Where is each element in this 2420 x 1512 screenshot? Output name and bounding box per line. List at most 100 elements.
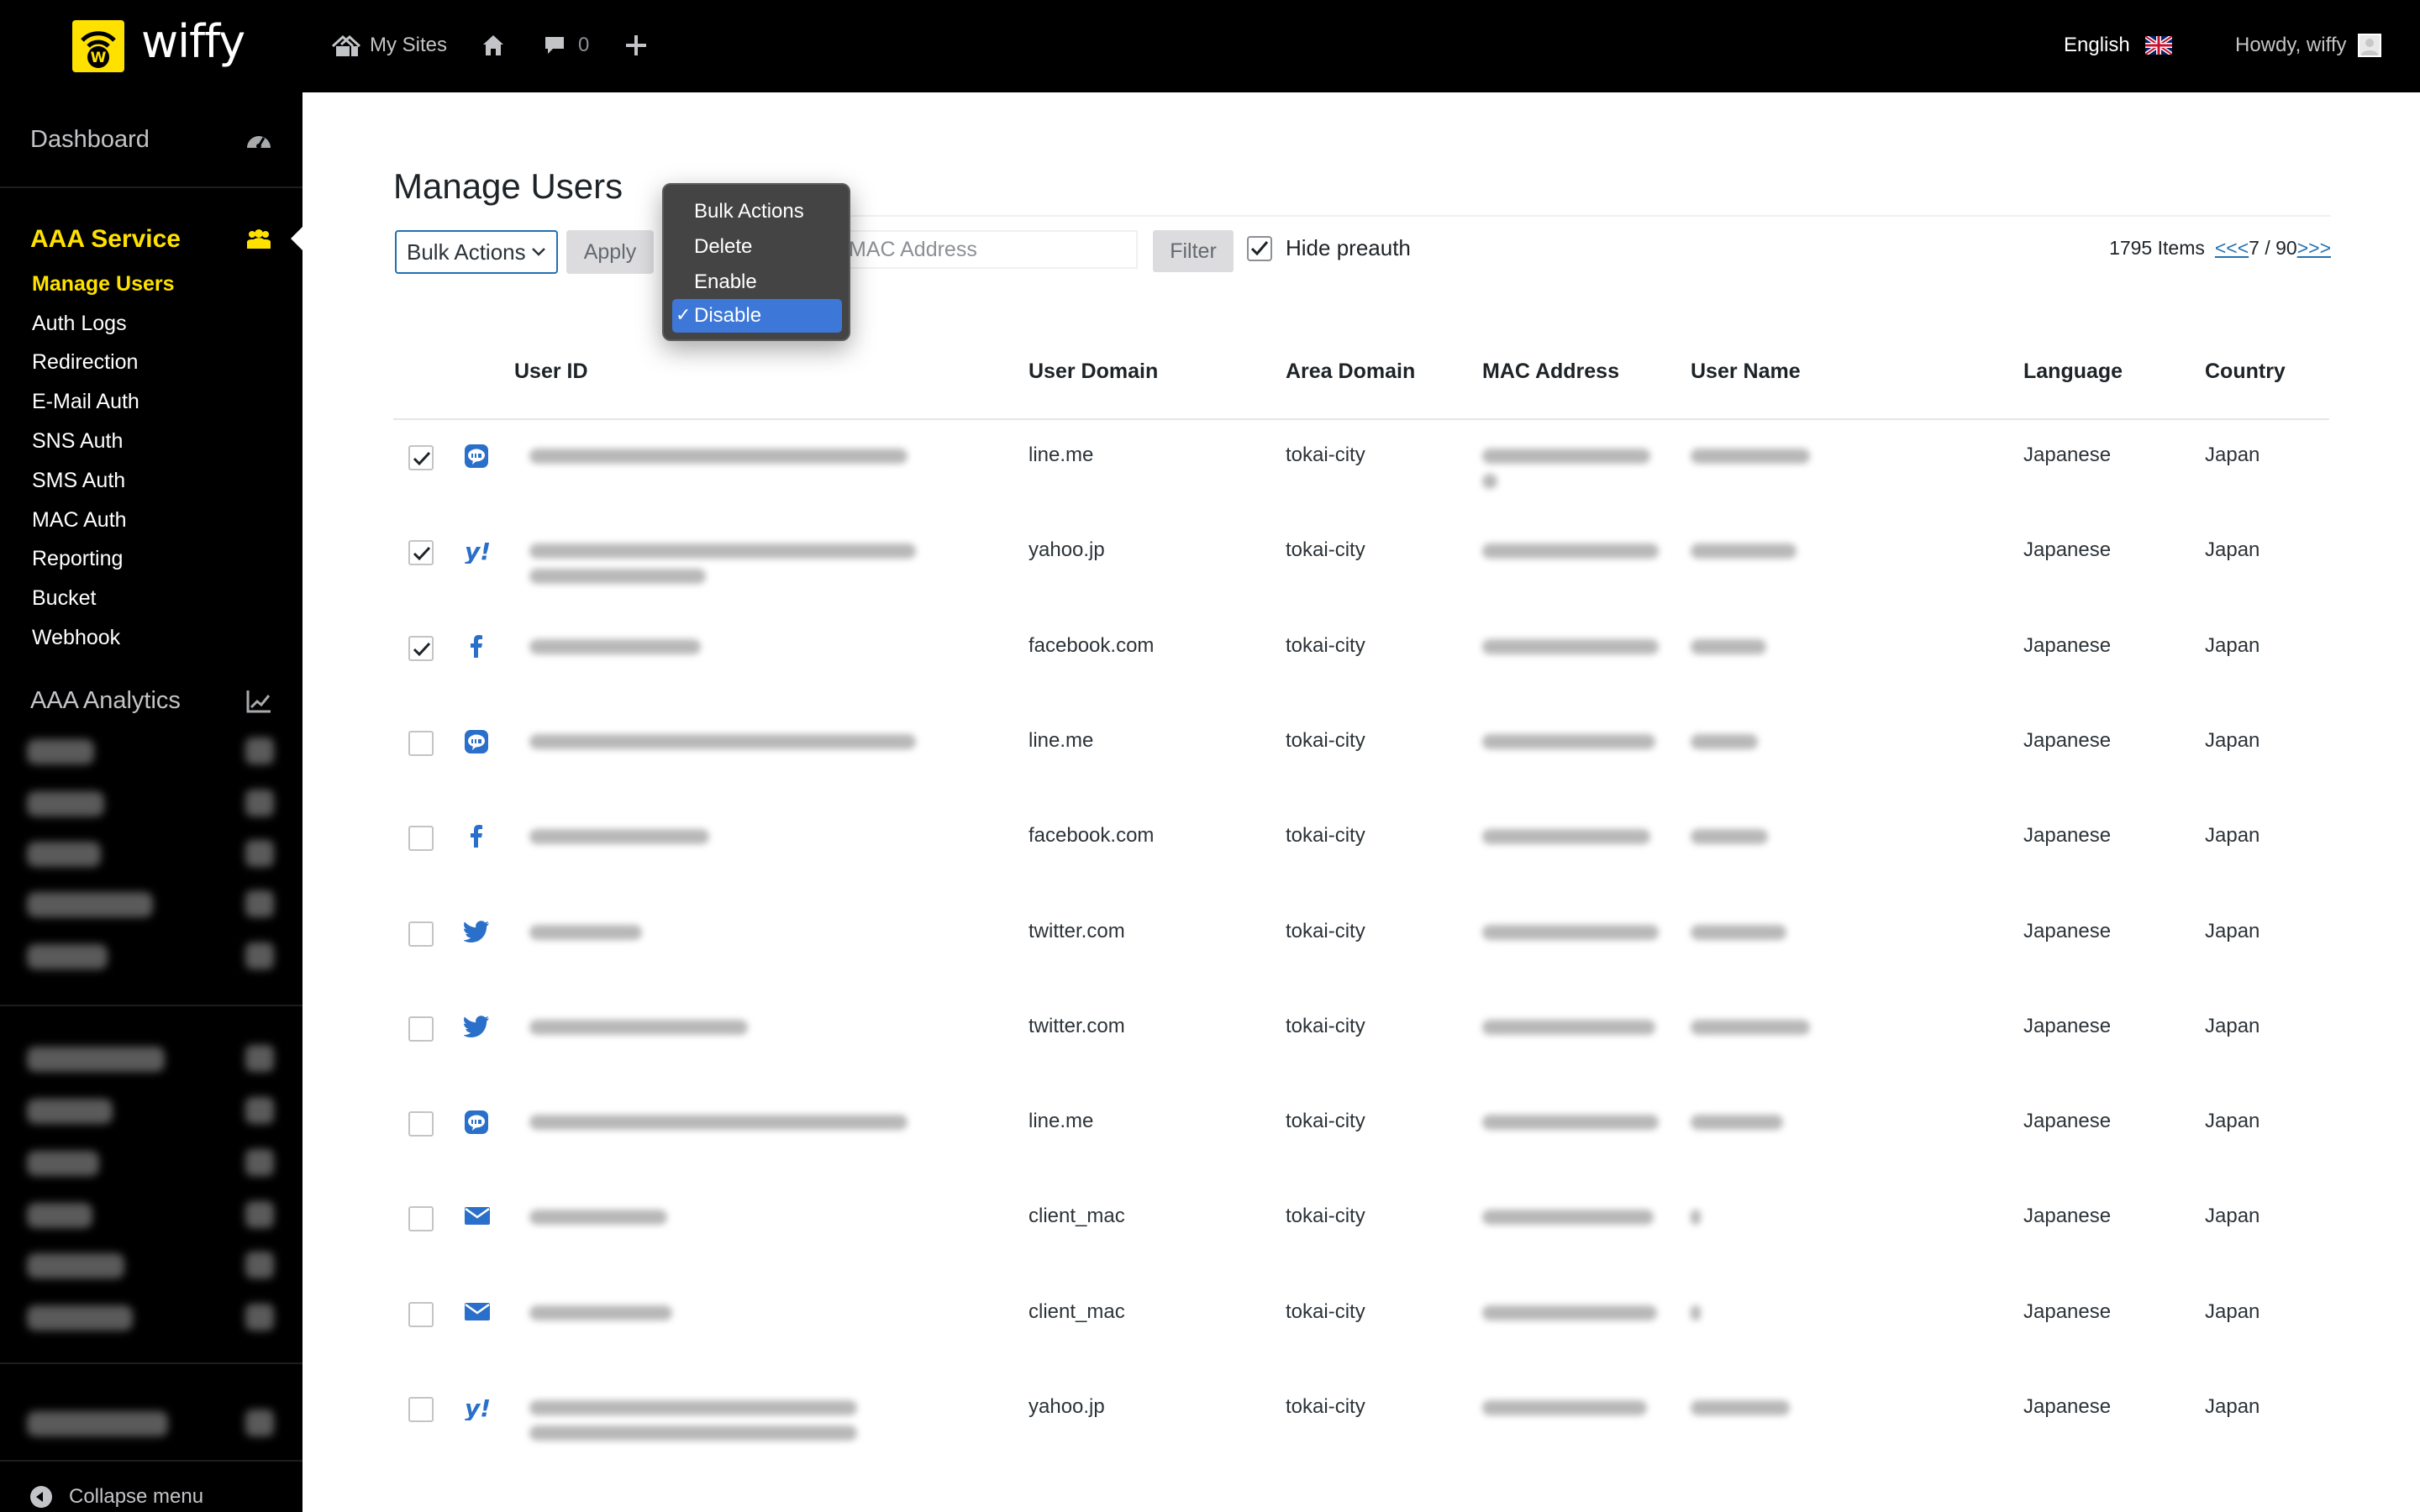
language-cell: Japanese bbox=[2023, 1014, 2112, 1037]
column-header-language[interactable]: Language bbox=[2023, 360, 2123, 384]
row-checkbox[interactable] bbox=[408, 921, 434, 947]
bulk-actions-select[interactable]: Bulk Actions bbox=[395, 230, 558, 274]
sidebar-item-dashboard[interactable]: Dashboard bbox=[30, 126, 150, 154]
sidebar-item-mac-auth[interactable]: MAC Auth bbox=[32, 508, 127, 533]
apply-button[interactable]: Apply bbox=[566, 230, 654, 274]
user-domain-cell: line.me bbox=[1028, 728, 1094, 752]
sidebar-item-aaa-analytics[interactable]: AAA Analytics bbox=[30, 687, 181, 715]
column-header-user-domain[interactable]: User Domain bbox=[1028, 360, 1158, 384]
my-sites-label: My Sites bbox=[370, 34, 448, 56]
table-row: twitter.com tokai-city Japanese Japan bbox=[393, 920, 2329, 1015]
filter-button[interactable]: Filter bbox=[1153, 230, 1234, 272]
country-cell: Japan bbox=[2205, 824, 2260, 848]
sidebar-divider bbox=[0, 1362, 302, 1364]
redacted-user-id bbox=[529, 1210, 667, 1226]
sidebar-item-blurred[interactable] bbox=[27, 1411, 168, 1436]
row-checkbox[interactable] bbox=[408, 1397, 434, 1422]
column-header-user-id[interactable]: User ID bbox=[514, 360, 588, 384]
dropdown-option-delete[interactable]: Delete bbox=[672, 230, 842, 264]
logo-text[interactable]: wiffy bbox=[141, 15, 245, 68]
sidebar-item-manage-users[interactable]: Manage Users bbox=[32, 272, 175, 297]
pin-icon bbox=[245, 738, 274, 764]
redacted-mac-address bbox=[1482, 638, 1659, 654]
redacted-user-id bbox=[529, 924, 642, 940]
sidebar-item-auth-logs[interactable]: Auth Logs bbox=[32, 312, 127, 336]
sidebar-item-redirection[interactable]: Redirection bbox=[32, 350, 138, 375]
redacted-user-id bbox=[529, 1400, 857, 1415]
comments-button[interactable]: 0 bbox=[543, 30, 589, 60]
next-page-link[interactable]: >>> bbox=[2297, 237, 2331, 260]
sidebar-item-bucket[interactable]: Bucket bbox=[32, 586, 96, 611]
column-header-mac-address[interactable]: MAC Address bbox=[1482, 360, 1619, 384]
row-checkbox[interactable] bbox=[408, 635, 434, 661]
row-checkbox[interactable] bbox=[408, 1206, 434, 1232]
my-sites-icon bbox=[331, 34, 361, 56]
account-menu[interactable]: Howdy, wiffy bbox=[2235, 30, 2382, 60]
sidebar-item-blurred[interactable] bbox=[27, 1253, 124, 1278]
sidebar-divider bbox=[0, 186, 302, 188]
row-checkbox[interactable] bbox=[408, 540, 434, 566]
dropdown-option-enable[interactable]: Enable bbox=[672, 265, 842, 299]
dropdown-option-disable[interactable]: ✓ Disable bbox=[672, 299, 842, 333]
sidebar-item-blurred[interactable] bbox=[27, 842, 101, 867]
sidebar-item-blurred[interactable] bbox=[27, 791, 104, 816]
area-domain-cell: tokai-city bbox=[1286, 538, 1365, 562]
bulk-actions-dropdown: Bulk Actions Delete Enable ✓ Disable bbox=[662, 183, 850, 341]
language-cell: Japanese bbox=[2023, 1299, 2112, 1323]
sidebar-item-blurred[interactable] bbox=[27, 1305, 133, 1331]
mac-address-input[interactable]: MAC Address bbox=[840, 230, 1138, 269]
sidebar-item-blurred[interactable] bbox=[27, 944, 108, 969]
table-row: client_mac tokai-city Japanese Japan bbox=[393, 1205, 2329, 1299]
dropdown-option-bulk-actions[interactable]: Bulk Actions bbox=[672, 195, 842, 228]
row-checkbox[interactable] bbox=[408, 1301, 434, 1327]
collapse-menu-button[interactable]: Collapse menu bbox=[30, 1485, 203, 1509]
hide-preauth-toggle[interactable]: Hide preauth bbox=[1247, 235, 1411, 261]
column-header-area-domain[interactable]: Area Domain bbox=[1286, 360, 1415, 384]
sidebar-item-sms-auth[interactable]: SMS Auth bbox=[32, 469, 125, 493]
home-icon bbox=[483, 35, 503, 55]
redacted-mac-address bbox=[1482, 1115, 1659, 1131]
row-checkbox[interactable] bbox=[408, 730, 434, 756]
sidebar-item-blurred[interactable] bbox=[27, 739, 94, 764]
sidebar-item-blurred[interactable] bbox=[27, 1099, 113, 1124]
add-new-button[interactable] bbox=[625, 30, 647, 60]
sidebar-item-email-auth[interactable]: E-Mail Auth bbox=[32, 390, 139, 414]
row-checkbox[interactable] bbox=[408, 826, 434, 852]
sidebar-section-aaa-service[interactable]: AAA Service bbox=[30, 225, 181, 254]
redacted-user-name bbox=[1691, 733, 1758, 749]
row-checkbox[interactable] bbox=[408, 1016, 434, 1042]
country-cell: Japan bbox=[2205, 1110, 2260, 1133]
column-header-user-name[interactable]: User Name bbox=[1691, 360, 1801, 384]
sidebar-item-blurred[interactable] bbox=[27, 892, 153, 917]
sidebar-item-blurred[interactable] bbox=[27, 1047, 165, 1072]
visit-site-button[interactable] bbox=[481, 30, 506, 60]
column-header-country[interactable]: Country bbox=[2205, 360, 2286, 384]
redacted-mac-address bbox=[1482, 1400, 1647, 1415]
sidebar-item-blurred[interactable] bbox=[27, 1203, 92, 1228]
row-checkbox[interactable] bbox=[408, 445, 434, 470]
hide-preauth-checkbox[interactable] bbox=[1247, 235, 1272, 261]
language-switcher[interactable]: English bbox=[2064, 30, 2172, 60]
brush-icon bbox=[245, 1045, 274, 1072]
redacted-mac-address bbox=[1482, 1019, 1655, 1035]
redacted-user-id bbox=[529, 1115, 908, 1131]
sidebar-item-sns-auth[interactable]: SNS Auth bbox=[32, 429, 123, 454]
prev-page-link[interactable]: <<< bbox=[2215, 237, 2249, 260]
language-cell: Japanese bbox=[2023, 633, 2112, 657]
row-checkbox[interactable] bbox=[408, 1111, 434, 1137]
slider-icon bbox=[245, 942, 274, 969]
pagination: 1795 Items <<< 7 / 90 >>> bbox=[2109, 237, 2331, 260]
redacted-user-id bbox=[529, 1305, 672, 1320]
my-sites-menu[interactable]: My Sites bbox=[331, 30, 447, 60]
facebook-icon bbox=[464, 824, 489, 849]
sidebar-item-blurred[interactable] bbox=[27, 1151, 99, 1176]
redacted-user-name bbox=[1691, 1400, 1790, 1415]
sidebar-item-reporting[interactable]: Reporting bbox=[32, 547, 123, 571]
country-cell: Japan bbox=[2205, 444, 2260, 466]
redacted-user-id bbox=[529, 449, 908, 464]
line-icon bbox=[464, 729, 489, 754]
wiffy-logo-icon[interactable]: W bbox=[72, 20, 124, 72]
wrench-icon bbox=[245, 1201, 274, 1228]
redacted-mac-address bbox=[1482, 449, 1650, 464]
sidebar-item-webhook[interactable]: Webhook bbox=[32, 626, 120, 650]
